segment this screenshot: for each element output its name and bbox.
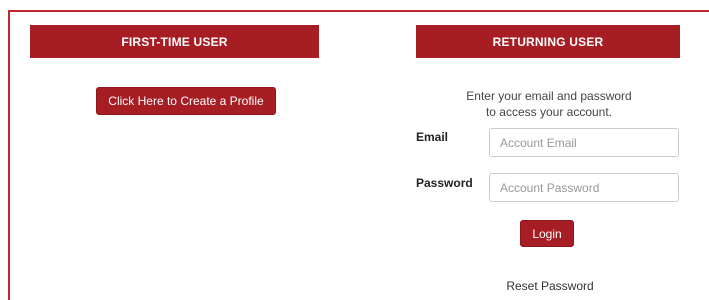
login-instructions: Enter your email and password to access … bbox=[430, 88, 668, 120]
login-instructions-line1: Enter your email and password bbox=[466, 89, 632, 103]
reset-password-link[interactable]: Reset Password bbox=[490, 279, 610, 293]
returning-user-header: RETURNING USER bbox=[416, 25, 680, 58]
first-time-user-title: FIRST-TIME USER bbox=[121, 34, 228, 49]
login-button[interactable]: Login bbox=[520, 220, 574, 247]
login-button-label: Login bbox=[532, 226, 562, 241]
login-instructions-line2: to access your account. bbox=[485, 105, 613, 119]
email-input[interactable] bbox=[489, 128, 679, 157]
create-profile-button[interactable]: Click Here to Create a Profile bbox=[96, 87, 276, 115]
returning-user-title: RETURNING USER bbox=[492, 34, 604, 49]
email-label: Email bbox=[416, 130, 449, 144]
password-label: Password bbox=[416, 176, 473, 190]
first-time-user-header: FIRST-TIME USER bbox=[30, 25, 319, 58]
password-input[interactable] bbox=[489, 173, 679, 202]
create-profile-button-label: Click Here to Create a Profile bbox=[108, 94, 264, 108]
